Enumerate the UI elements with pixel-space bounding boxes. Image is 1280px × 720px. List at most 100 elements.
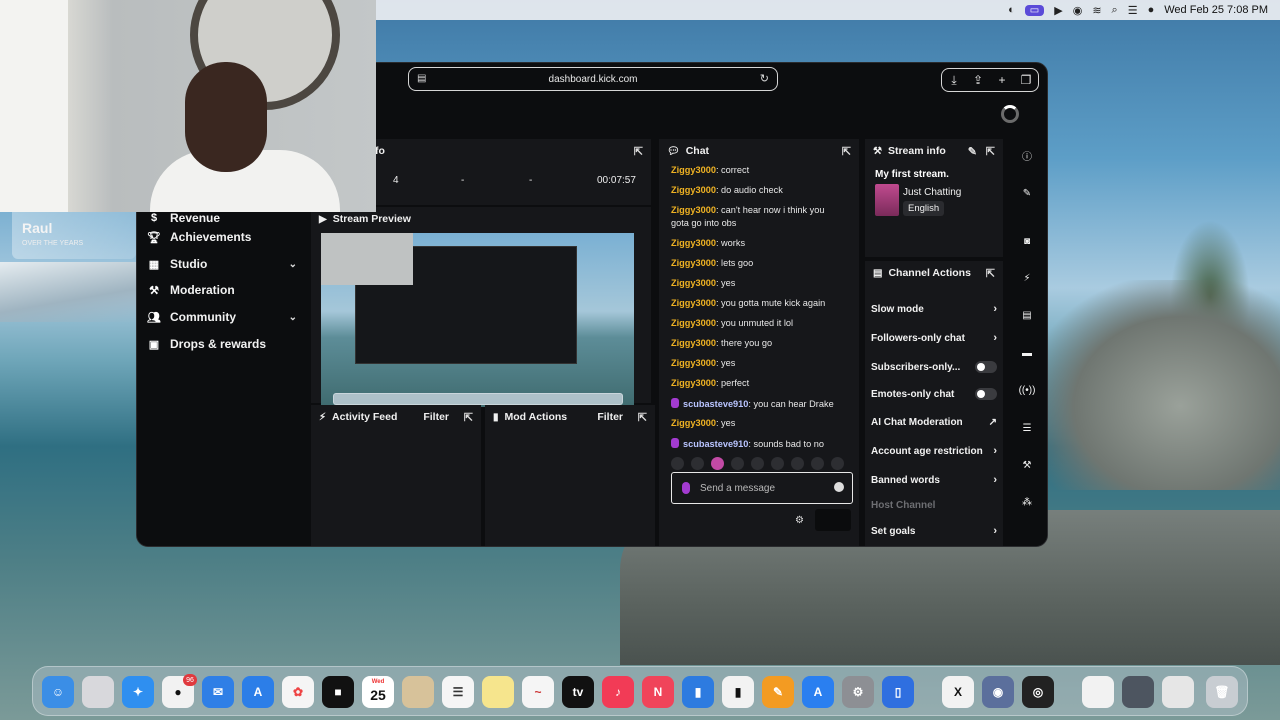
facetime-icon[interactable]: ■ <box>322 676 354 708</box>
app-store-icon[interactable]: A <box>802 676 834 708</box>
chat-message[interactable]: Ziggy3000: yes <box>671 278 861 288</box>
chat-message[interactable]: Ziggy3000: lets goo <box>671 258 861 268</box>
emote-icon[interactable] <box>671 457 684 470</box>
chat-message[interactable]: Ziggy3000: works <box>671 238 861 248</box>
music-icon[interactable]: ♪ <box>602 676 634 708</box>
sidebar-item-studio[interactable]: ▦ Studio ⌄ <box>147 254 297 274</box>
nodes-icon[interactable]: ⁂ <box>1019 494 1035 510</box>
control-center-icon[interactable]: ☰ <box>1128 4 1138 17</box>
account-age-action[interactable]: Account age restriction › <box>871 442 997 460</box>
calendar-icon[interactable]: Wed 25 <box>362 676 394 708</box>
play-icon[interactable]: ▶ <box>1054 4 1062 17</box>
mail-icon[interactable]: ✉ <box>202 676 234 708</box>
new-tab-icon[interactable]: + <box>990 69 1014 91</box>
documents-folder-icon[interactable] <box>1082 676 1114 708</box>
chat-message[interactable]: Ziggy3000: correct <box>671 165 861 175</box>
emote-icon[interactable] <box>751 457 764 470</box>
chat-message[interactable]: scubasteve910: you can hear Drake <box>671 398 861 409</box>
address-bar[interactable]: ▤ dashboard.kick.com ↻ <box>408 67 778 91</box>
expand-icon[interactable]: ⇱ <box>464 411 473 424</box>
chat-input[interactable]: Send a message <box>671 472 853 504</box>
expand-icon[interactable]: ⇱ <box>842 145 851 158</box>
obs-icon[interactable]: ◎ <box>1022 676 1054 708</box>
trash-icon[interactable]: 🗑︎ <box>1206 676 1238 708</box>
emoji-icon[interactable] <box>834 482 844 492</box>
filter-button[interactable]: Filter <box>423 411 449 423</box>
edit-icon[interactable]: ✎ <box>968 145 977 158</box>
filter-button[interactable]: Filter <box>597 411 623 423</box>
info-icon[interactable]: ⓘ <box>1019 147 1035 163</box>
xcode-x-icon[interactable]: X <box>942 676 974 708</box>
loading-avatar-icon[interactable] <box>1001 105 1019 123</box>
search-icon[interactable]: ⌕ <box>1112 4 1118 17</box>
expand-icon[interactable]: ⇱ <box>634 145 643 158</box>
server-icon[interactable]: ☰ <box>1019 420 1035 436</box>
sidebar-item-achievements[interactable]: 🏆︎ Achievements <box>147 227 297 247</box>
user-circle-icon[interactable]: ◉ <box>1073 4 1083 17</box>
expand-icon[interactable]: ⇱ <box>986 145 995 158</box>
chat-message[interactable]: Ziggy3000: yes <box>671 418 861 428</box>
url-text[interactable]: dashboard.kick.com <box>549 74 638 85</box>
send-button[interactable] <box>815 509 851 531</box>
expand-icon[interactable]: ⇱ <box>638 411 647 424</box>
emotes-only-action[interactable]: Emotes-only chat <box>871 385 997 403</box>
chat-bubble-icon[interactable]: ▬ <box>1019 345 1035 361</box>
banned-words-action[interactable]: Banned words › <box>871 471 997 489</box>
slow-mode-action[interactable]: Slow mode › <box>871 300 997 318</box>
screenshots-stack-icon[interactable] <box>1122 676 1154 708</box>
freeform-icon[interactable]: ~ <box>522 676 554 708</box>
reload-icon[interactable]: ↻ <box>760 72 769 85</box>
stream-preview-video[interactable] <box>321 233 634 407</box>
followers-only-action[interactable]: Followers-only chat › <box>871 329 997 347</box>
emote-icon[interactable] <box>691 457 704 470</box>
screen-record-icon[interactable]: ▭ <box>1024 4 1045 16</box>
gear-icon[interactable]: ⚙ <box>795 515 804 526</box>
status-icon[interactable]: ◐ <box>1008 4 1015 16</box>
system-settings-icon[interactable]: ⚙ <box>842 676 874 708</box>
siri-icon[interactable]: ● <box>1148 4 1155 16</box>
iphone-mirroring-icon[interactable]: ▯ <box>882 676 914 708</box>
pages-icon[interactable]: ✎ <box>762 676 794 708</box>
chat-message[interactable]: Ziggy3000: you unmuted it lol <box>671 318 861 328</box>
mic-icon[interactable] <box>682 482 690 494</box>
camera-icon[interactable]: ◙ <box>1019 233 1035 249</box>
sidebar-item-moderation[interactable]: ⚒ Moderation <box>147 280 297 300</box>
contacts-icon[interactable] <box>402 676 434 708</box>
emotes-only-toggle[interactable] <box>975 388 997 400</box>
tabs-overview-icon[interactable]: ❐ <box>1014 69 1038 91</box>
emote-icon[interactable] <box>731 457 744 470</box>
testflight-icon[interactable]: A <box>242 676 274 708</box>
keynote-icon[interactable]: ▮ <box>682 676 714 708</box>
bolt-icon[interactable]: ⚡︎ <box>1019 270 1035 286</box>
chat-message[interactable]: Ziggy3000: can't hear now i think you <box>671 205 861 215</box>
reminders-icon[interactable]: ☰ <box>442 676 474 708</box>
sidebar-toggle-icon[interactable]: ▤ <box>417 73 426 84</box>
expand-icon[interactable]: ⇱ <box>986 267 995 280</box>
ai-chat-moderation-action[interactable]: AI Chat Moderation ↗ <box>871 413 997 431</box>
emote-icon[interactable] <box>831 457 844 470</box>
subscribers-only-action[interactable]: Subscribers-only... <box>871 358 997 376</box>
stocks-icon[interactable]: ▮ <box>722 676 754 708</box>
chat-message[interactable]: Ziggy3000: do audio check <box>671 185 861 195</box>
document-icon[interactable]: ▤ <box>1019 307 1035 323</box>
chat-message[interactable]: Ziggy3000: you gotta mute kick again <box>671 298 861 308</box>
pencil-icon[interactable]: ✎ <box>1019 185 1035 201</box>
menubar-clock[interactable]: Wed Feb 25 7:08 PM <box>1164 4 1268 16</box>
launchpad-icon[interactable] <box>82 676 114 708</box>
share-icon[interactable]: ⇪ <box>966 69 990 91</box>
emote-icon[interactable] <box>771 457 784 470</box>
chat-message[interactable]: scubasteve910: sounds bad to no <box>671 438 861 449</box>
chat-message[interactable]: Ziggy3000: there you go <box>671 338 861 348</box>
broadcast-icon[interactable]: ((•)) <box>1019 382 1036 398</box>
chat-message[interactable]: Ziggy3000: yes <box>671 358 861 368</box>
disk-utility-icon[interactable]: ◉ <box>982 676 1014 708</box>
emote-icon[interactable] <box>711 457 724 470</box>
finder-icon[interactable]: ☺ <box>42 676 74 708</box>
downloads-stack-icon[interactable] <box>1162 676 1194 708</box>
sidebar-item-community[interactable]: 👥︎ Community ⌄ <box>147 307 297 327</box>
wifi-icon[interactable]: ≋ <box>1092 4 1101 17</box>
photos-icon[interactable]: ✿ <box>282 676 314 708</box>
wrench-icon[interactable]: ⚒ <box>1019 457 1035 473</box>
appletv-icon[interactable]: tv <box>562 676 594 708</box>
chat-message[interactable]: Ziggy3000: perfect <box>671 378 861 388</box>
